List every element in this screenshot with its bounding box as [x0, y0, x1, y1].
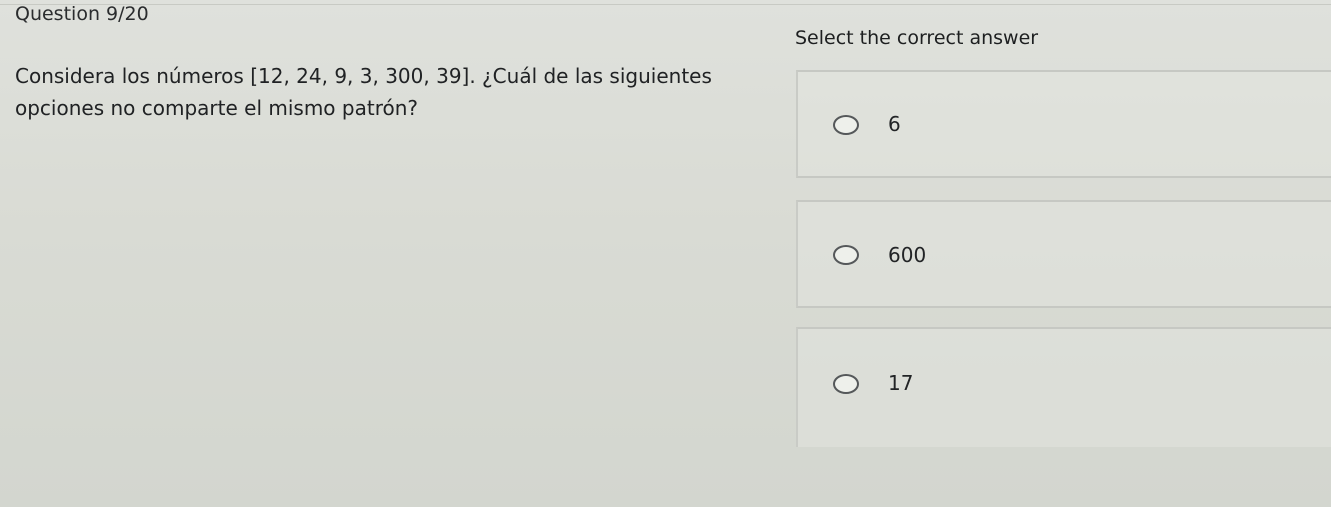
question-counter: Question 9/20 [15, 3, 149, 25]
answer-option-1[interactable]: 6 [796, 70, 1331, 178]
top-divider [0, 4, 1331, 5]
question-text: Considera los números [12, 24, 9, 3, 300… [15, 64, 712, 120]
answer-option-label: 6 [888, 112, 901, 136]
answer-option-label: 17 [888, 371, 914, 395]
radio-button-icon[interactable] [833, 115, 859, 135]
answer-option-2[interactable]: 600 [796, 200, 1331, 308]
answer-option-label: 600 [888, 243, 927, 267]
radio-button-icon[interactable] [833, 374, 859, 394]
answer-instruction: Select the correct answer [795, 27, 1039, 49]
answer-option-3[interactable]: 17 [796, 327, 1331, 447]
radio-button-icon[interactable] [833, 245, 859, 265]
